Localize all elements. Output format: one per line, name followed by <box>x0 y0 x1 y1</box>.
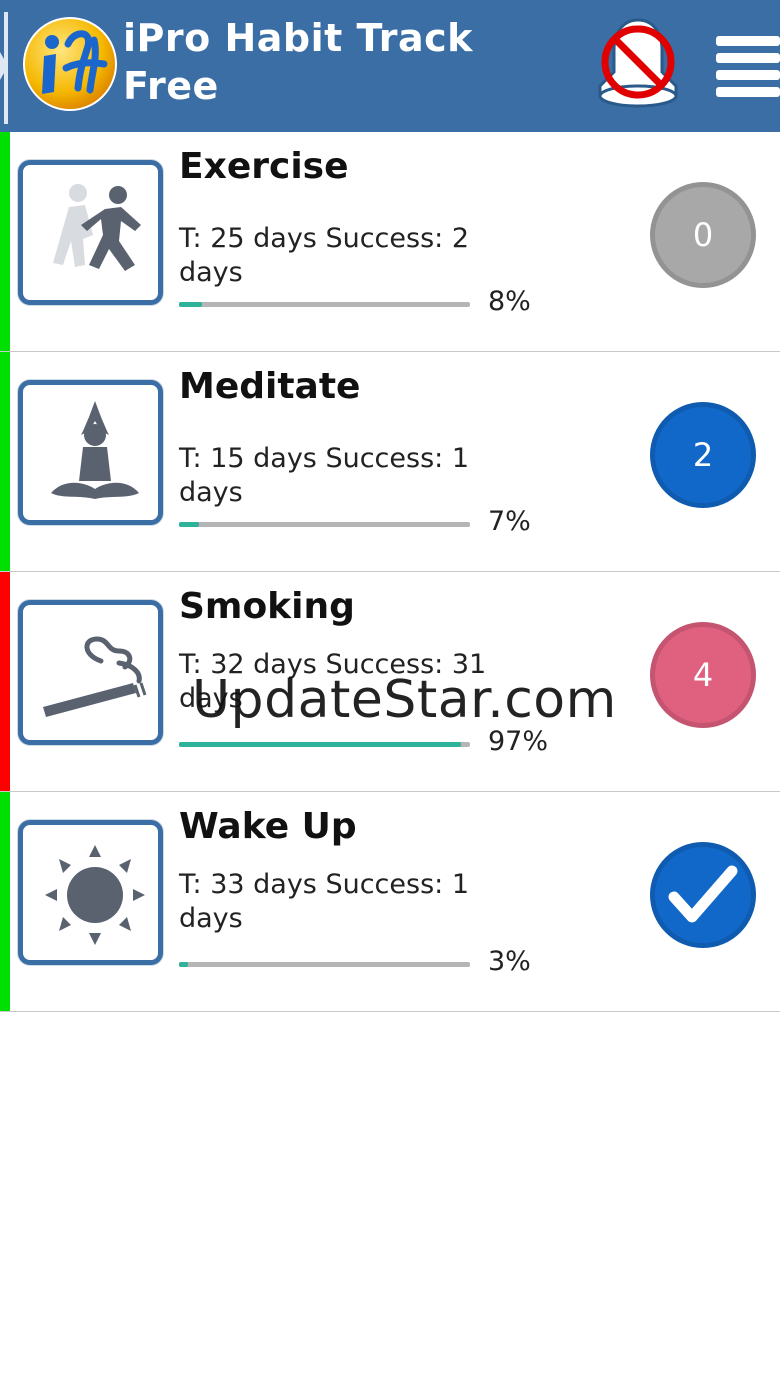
habit-name: Meditate <box>179 366 361 407</box>
progress-bar <box>179 522 470 527</box>
app-title: iPro Habit Track Free <box>123 14 473 110</box>
habit-stats: T: 25 days Success: 2 days <box>179 223 469 288</box>
meditation-pose-icon <box>51 401 139 499</box>
habit-icon-frame[interactable] <box>18 160 163 305</box>
habit-icon-frame[interactable] <box>18 380 163 525</box>
progress-percent: 97% <box>488 726 549 757</box>
progress-fill <box>179 742 462 747</box>
progress-bar <box>179 742 470 747</box>
habit-stats: T: 33 days Success: 1 days <box>179 869 469 934</box>
habit-name: Exercise <box>179 146 349 187</box>
progress-percent: 7% <box>488 506 531 537</box>
habit-stats: T: 15 days Success: 1 days <box>179 443 469 508</box>
habit-name: Smoking <box>179 586 355 627</box>
progress-percent: 8% <box>488 286 531 317</box>
habit-list: Exercise T: 25 days Success: 2 days 8% 0… <box>0 132 780 1012</box>
app-title-line1: iPro Habit Track <box>123 16 473 60</box>
habit-name: Wake Up <box>179 806 357 847</box>
app-header: iPro Habit Track Free <box>0 0 780 132</box>
count-badge[interactable]: 2 <box>650 402 756 508</box>
badge-count: 4 <box>692 656 714 694</box>
progress-fill <box>179 962 188 967</box>
checkmark-icon <box>668 865 738 923</box>
menu-bar <box>716 36 780 46</box>
progress-bar <box>179 302 470 307</box>
status-strip <box>0 572 10 791</box>
app-title-line2: Free <box>123 64 219 108</box>
back-arrow-icon[interactable] <box>0 52 8 80</box>
count-badge[interactable]: 0 <box>650 182 756 288</box>
progress-fill <box>179 302 203 307</box>
status-strip <box>0 132 10 351</box>
habit-row-wake-up[interactable]: Wake Up T: 33 days Success: 1 days 3% <box>0 792 780 1012</box>
progress-bar <box>179 962 470 967</box>
sun-icon <box>45 845 145 945</box>
habit-icon-frame[interactable] <box>18 600 163 745</box>
menu-bar <box>716 53 780 63</box>
habit-row-smoking[interactable]: Smoking T: 32 days Success: 31 days 97% … <box>0 572 780 792</box>
habit-stats: T: 32 days Success: 31 days <box>179 649 487 714</box>
progress-fill <box>179 522 200 527</box>
hamburger-menu-icon[interactable] <box>712 36 780 97</box>
habit-row-exercise[interactable]: Exercise T: 25 days Success: 2 days 8% 0 <box>0 132 780 352</box>
menu-bar <box>716 70 780 80</box>
checkmark-badge[interactable] <box>650 842 756 948</box>
reminders-off-bell-icon[interactable] <box>588 14 688 114</box>
habit-row-meditate[interactable]: Meditate T: 15 days Success: 1 days 7% 2 <box>0 352 780 572</box>
status-strip <box>0 352 10 571</box>
habit-icon-frame[interactable] <box>18 820 163 965</box>
status-strip <box>0 792 10 1011</box>
ipro-habit-logo-icon <box>23 17 117 111</box>
menu-bar <box>716 87 780 97</box>
running-people-icon <box>53 184 141 271</box>
cigarette-icon <box>43 636 147 717</box>
progress-percent: 3% <box>488 946 531 977</box>
count-badge[interactable]: 4 <box>650 622 756 728</box>
badge-count: 0 <box>692 216 714 254</box>
badge-count: 2 <box>692 436 714 474</box>
